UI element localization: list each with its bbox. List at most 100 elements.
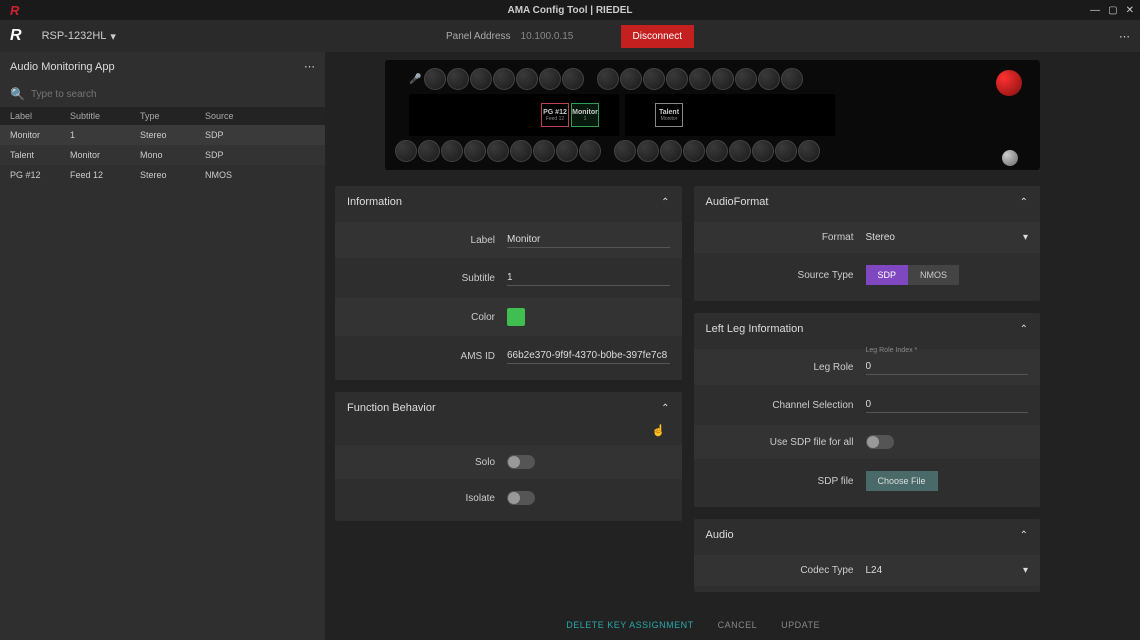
cancel-button[interactable]: CANCEL (718, 620, 758, 630)
sidebar-overflow-menu[interactable]: ⋯ (304, 60, 315, 73)
device-name: RSP-1232HL (42, 30, 107, 42)
choose-file-button[interactable]: Choose File (866, 471, 938, 491)
knob[interactable] (487, 140, 509, 162)
table-row[interactable]: Talent Monitor Mono SDP (0, 145, 325, 165)
knob[interactable] (470, 68, 492, 90)
knob[interactable] (510, 140, 532, 162)
key-tile-pg12[interactable]: PG #12 Feed 12 (541, 103, 569, 127)
knob[interactable] (683, 140, 705, 162)
chevron-up-icon: ⌃ (1020, 197, 1028, 208)
update-button[interactable]: UPDATE (781, 620, 820, 630)
knob-row-bottom (395, 140, 1030, 162)
knob[interactable] (637, 140, 659, 162)
knob[interactable] (562, 68, 584, 90)
knob[interactable] (758, 68, 780, 90)
knob[interactable] (395, 140, 417, 162)
leg-role-input[interactable] (866, 359, 1029, 375)
table-row[interactable]: PG #12 Feed 12 Stereo NMOS (0, 165, 325, 185)
source-type-segmented: SDP NMOS (866, 265, 960, 285)
knob[interactable] (689, 68, 711, 90)
section-title: AudioFormat (706, 196, 769, 208)
chevron-up-icon: ⌃ (661, 403, 669, 414)
label-input[interactable] (507, 232, 670, 248)
section-audioformat: AudioFormat ⌃ Format Stereo ▾ (694, 186, 1041, 301)
chevron-down-icon: ▾ (1023, 232, 1028, 243)
knob[interactable] (798, 140, 820, 162)
codec-type-select[interactable]: L24 ▾ (866, 565, 1029, 576)
knob[interactable] (418, 140, 440, 162)
chevron-up-icon: ⌃ (1020, 530, 1028, 541)
solo-toggle[interactable] (507, 455, 535, 469)
format-select[interactable]: Stereo ▾ (866, 232, 1029, 243)
color-picker[interactable] (507, 308, 525, 326)
section-head[interactable]: Audio ⌃ (694, 519, 1041, 551)
knob[interactable] (441, 140, 463, 162)
knob[interactable] (752, 140, 774, 162)
isolate-toggle[interactable] (507, 491, 535, 505)
section-title: Information (347, 196, 402, 208)
section-head[interactable]: Function Behavior ⌃ (335, 392, 682, 424)
close-button[interactable]: ✕ (1126, 5, 1134, 16)
topbar-overflow-menu[interactable]: ⋯ (1119, 30, 1130, 43)
knob[interactable] (660, 140, 682, 162)
use-sdp-label: Use SDP file for all (706, 437, 866, 448)
device-selector[interactable]: RSP-1232HL ▾ (42, 30, 116, 43)
volume-knob[interactable] (1002, 150, 1018, 166)
section-head[interactable]: Information ⌃ (335, 186, 682, 218)
minimize-button[interactable]: — (1090, 5, 1100, 16)
knob[interactable] (666, 68, 688, 90)
knob[interactable] (579, 140, 601, 162)
knob[interactable] (781, 68, 803, 90)
knob[interactable] (735, 68, 757, 90)
knob[interactable] (614, 140, 636, 162)
subtitle-input[interactable] (507, 270, 670, 286)
knob[interactable] (620, 68, 642, 90)
knob[interactable] (493, 68, 515, 90)
leg-role-label: Leg Role (706, 362, 866, 373)
channel-selection-label: Channel Selection (706, 400, 866, 411)
os-titlebar: R AMA Config Tool | RIEDEL — ▢ ✕ (0, 0, 1140, 20)
knob[interactable] (424, 68, 446, 90)
table-row[interactable]: Monitor 1 Stereo SDP (0, 125, 325, 145)
section-head[interactable]: AudioFormat ⌃ (694, 186, 1041, 218)
knob[interactable] (643, 68, 665, 90)
key-tile-monitor[interactable]: Monitor 1 (571, 103, 599, 127)
knob[interactable] (533, 140, 555, 162)
app-topbar: R RSP-1232HL ▾ Panel Address 10.100.0.15… (0, 20, 1140, 52)
amsid-input[interactable] (507, 348, 670, 364)
maximize-button[interactable]: ▢ (1108, 5, 1117, 16)
knob[interactable] (556, 140, 578, 162)
chevron-down-icon: ▾ (110, 30, 116, 43)
knob[interactable] (539, 68, 561, 90)
panel-address-label: Panel Address (446, 31, 511, 42)
section-information: Information ⌃ Label Subtitle (335, 186, 682, 380)
knob[interactable] (447, 68, 469, 90)
disconnect-button[interactable]: Disconnect (621, 25, 694, 48)
use-sdp-toggle[interactable] (866, 435, 894, 449)
sidebar-title: Audio Monitoring App (10, 61, 115, 73)
talk-button[interactable] (996, 70, 1022, 96)
knob[interactable] (729, 140, 751, 162)
source-type-sdp[interactable]: SDP (866, 265, 909, 285)
search-input[interactable] (31, 89, 315, 100)
panel-address-value: 10.100.0.15 (521, 31, 611, 42)
chevron-down-icon: ▾ (1023, 565, 1028, 576)
knob[interactable] (706, 140, 728, 162)
knob[interactable] (464, 140, 486, 162)
knob[interactable] (516, 68, 538, 90)
delete-key-assignment-button[interactable]: DELETE KEY ASSIGNMENT (566, 620, 693, 630)
app-window: R AMA Config Tool | RIEDEL — ▢ ✕ R RSP-1… (0, 0, 1140, 640)
source-type-nmos[interactable]: NMOS (908, 265, 959, 285)
amsid-field-label: AMS ID (347, 351, 507, 362)
search-icon: 🔍 (10, 87, 25, 101)
solo-label: Solo (347, 457, 507, 468)
knob[interactable] (775, 140, 797, 162)
label-field-label: Label (347, 235, 507, 246)
section-head[interactable]: Left Leg Information ⌃ (694, 313, 1041, 345)
leg-role-hint: Leg Role Index * (866, 347, 918, 354)
channel-selection-input[interactable] (866, 397, 1029, 413)
table-header: Label Subtitle Type Source (0, 107, 325, 125)
key-tile-talent[interactable]: Talent Monitor (655, 103, 683, 127)
knob[interactable] (597, 68, 619, 90)
knob[interactable] (712, 68, 734, 90)
